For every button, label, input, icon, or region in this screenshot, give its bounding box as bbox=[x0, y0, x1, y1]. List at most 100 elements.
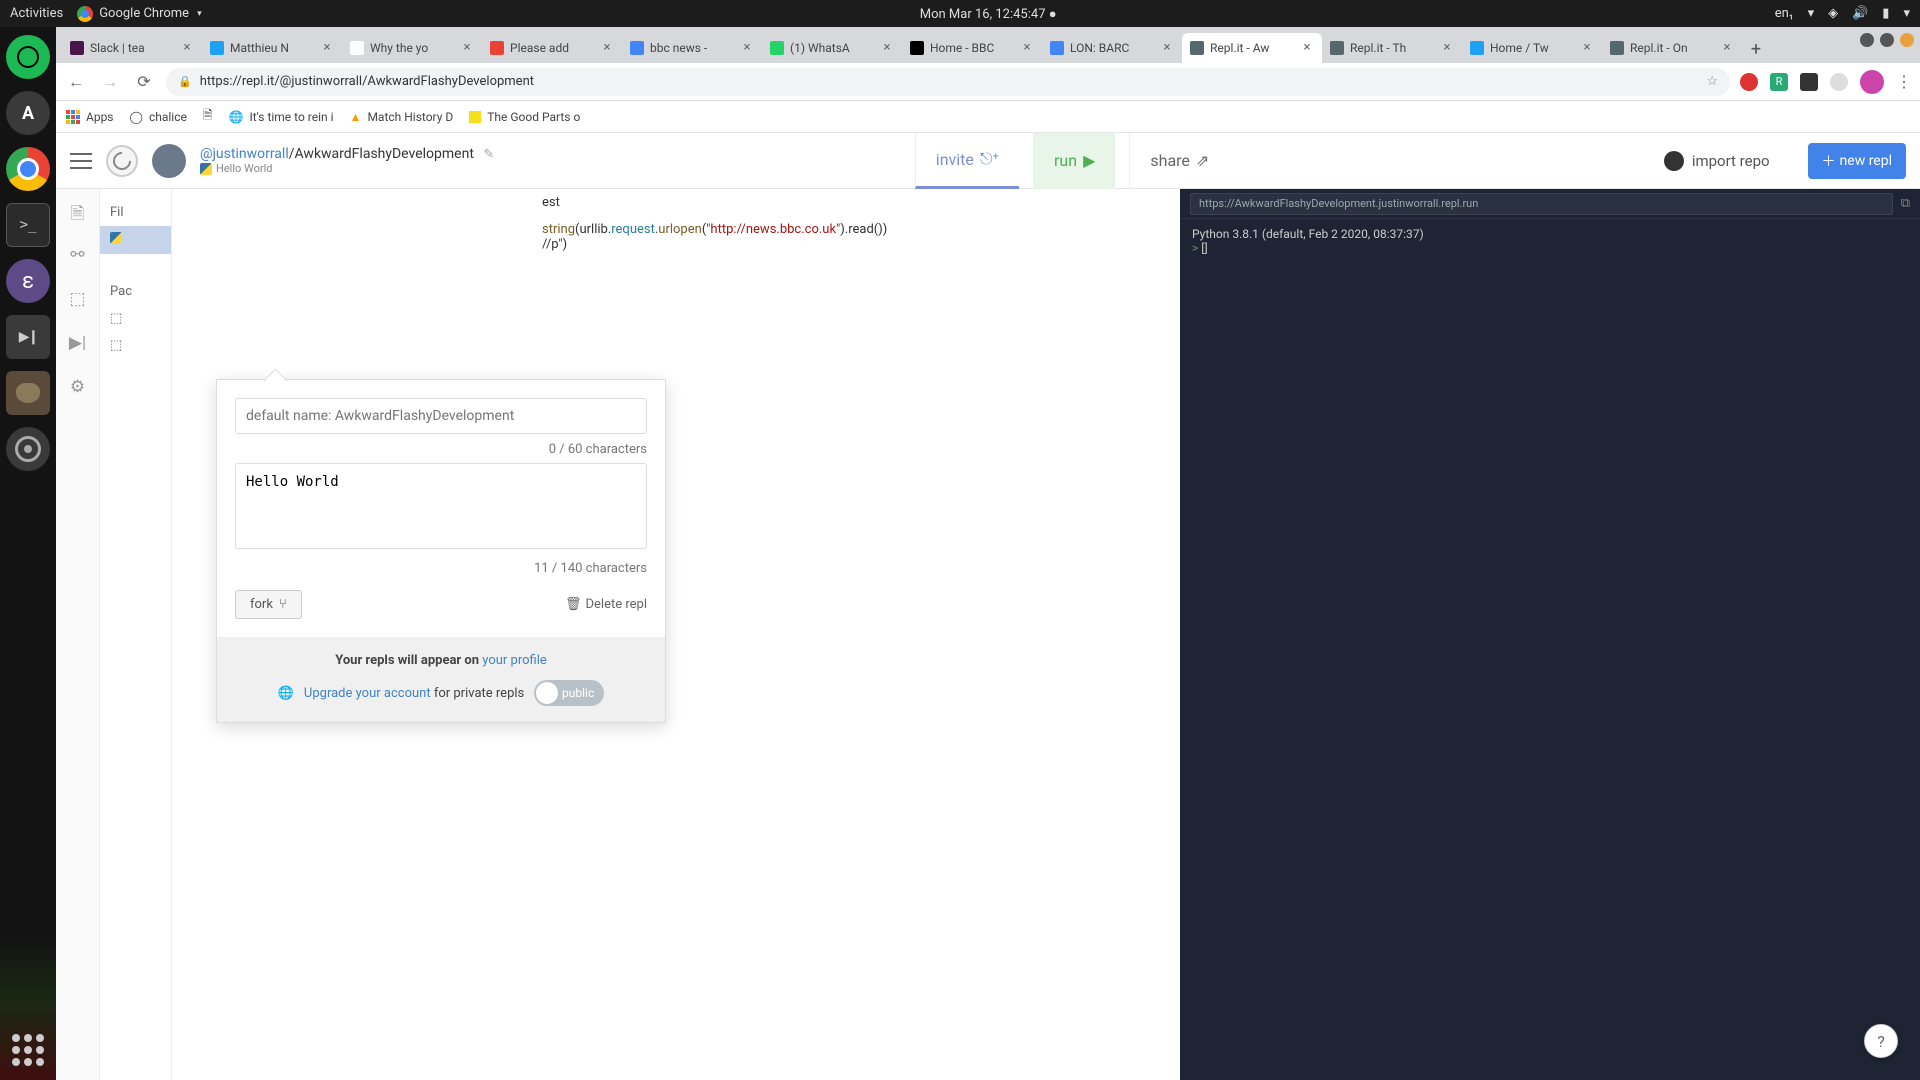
dock-software-updater[interactable] bbox=[6, 91, 50, 135]
breadcrumb-user[interactable]: @justinworrall bbox=[200, 146, 289, 162]
wifi-icon[interactable]: ◈ bbox=[1828, 6, 1838, 21]
bookmark-match[interactable]: ▲Match History D bbox=[350, 110, 454, 124]
terminal-url-input[interactable] bbox=[1190, 193, 1893, 215]
repl-description-input[interactable] bbox=[235, 463, 647, 549]
browser-tab[interactable]: Please add× bbox=[482, 33, 622, 63]
dock-chrome[interactable] bbox=[6, 147, 50, 191]
share-button[interactable]: share ⇗ bbox=[1129, 133, 1229, 189]
github-icon bbox=[1664, 151, 1684, 171]
apps-shortcut[interactable]: Apps bbox=[66, 110, 114, 124]
bookmarks-bar: Apps ◯chalice 🗎 🌐It's time to rein i ▲Ma… bbox=[56, 101, 1920, 133]
package-row-1[interactable]: ⬚ bbox=[100, 305, 171, 332]
close-tab-icon[interactable]: × bbox=[1160, 41, 1174, 55]
power-menu[interactable]: ▾ bbox=[1903, 6, 1910, 21]
package-row-2[interactable]: ⬚ bbox=[100, 332, 171, 359]
ext-icon-1[interactable] bbox=[1740, 73, 1758, 91]
star-icon[interactable]: ☆ bbox=[1706, 74, 1718, 89]
close-tab-icon[interactable]: × bbox=[1440, 41, 1454, 55]
python-icon bbox=[110, 232, 122, 244]
dock-emacs[interactable] bbox=[6, 259, 50, 303]
files-icon[interactable]: 🗎 bbox=[68, 201, 88, 221]
ext-icon-4[interactable] bbox=[1830, 73, 1848, 91]
run-button[interactable]: run ▶ bbox=[1033, 133, 1115, 189]
dock-gimp[interactable] bbox=[6, 371, 50, 415]
menu-button[interactable] bbox=[70, 153, 92, 169]
lang-indicator[interactable]: en₁ bbox=[1775, 6, 1794, 21]
network-icon[interactable]: ▾ bbox=[1808, 6, 1815, 21]
chrome-menu[interactable]: ⋮ bbox=[1896, 72, 1912, 91]
favicon bbox=[1050, 41, 1064, 55]
minimize-button[interactable] bbox=[1860, 33, 1874, 47]
browser-tab[interactable]: Repl.it - On× bbox=[1602, 33, 1742, 63]
close-button[interactable] bbox=[1900, 33, 1914, 47]
close-tab-icon[interactable]: × bbox=[880, 41, 894, 55]
browser-tab[interactable]: LON: BARC× bbox=[1042, 33, 1182, 63]
clock[interactable]: Mon Mar 16, 12:45:47 ● bbox=[920, 6, 1057, 22]
close-tab-icon[interactable]: × bbox=[1300, 41, 1314, 55]
packages-icon[interactable]: ⬚ bbox=[68, 289, 88, 309]
bookmark-rein[interactable]: 🌐It's time to rein i bbox=[229, 110, 334, 124]
your-profile-link[interactable]: your profile bbox=[482, 653, 547, 668]
browser-tab[interactable]: Slack | tea× bbox=[62, 33, 202, 63]
forward-button[interactable]: → bbox=[98, 70, 122, 94]
replit-logo[interactable] bbox=[106, 145, 138, 177]
browser-tab[interactable]: Why the yo× bbox=[342, 33, 482, 63]
back-button[interactable]: ← bbox=[64, 70, 88, 94]
new-repl-button[interactable]: ＋ new repl bbox=[1808, 143, 1906, 179]
dock-settings[interactable] bbox=[6, 427, 50, 471]
reload-button[interactable]: ⟳ bbox=[132, 70, 156, 94]
close-tab-icon[interactable]: × bbox=[320, 41, 334, 55]
favicon bbox=[210, 41, 224, 55]
delete-repl-link[interactable]: 🗑 Delete repl bbox=[565, 597, 647, 612]
volume-icon[interactable]: 🔊 bbox=[1852, 6, 1868, 21]
battery-icon[interactable]: ▮ bbox=[1882, 6, 1889, 21]
browser-tab[interactable]: (1) WhatsA× bbox=[762, 33, 902, 63]
browser-tab[interactable]: Repl.it - Aw× bbox=[1182, 33, 1322, 63]
show-applications[interactable] bbox=[12, 1034, 44, 1066]
close-tab-icon[interactable]: × bbox=[460, 41, 474, 55]
vcs-icon[interactable]: ⚯ bbox=[68, 245, 88, 265]
close-tab-icon[interactable]: × bbox=[1720, 41, 1734, 55]
activities-button[interactable]: Activities bbox=[10, 6, 63, 21]
dock-terminal[interactable] bbox=[6, 203, 50, 247]
repl-name-input[interactable] bbox=[235, 398, 647, 434]
edit-icon[interactable]: ✎ bbox=[483, 147, 494, 162]
ext-icon-3[interactable] bbox=[1800, 73, 1818, 91]
address-bar[interactable]: 🔒 https://repl.it/@justinworrall/Awkward… bbox=[166, 68, 1730, 96]
browser-tab[interactable]: Home / Tw× bbox=[1462, 33, 1602, 63]
import-repo-button[interactable]: import repo bbox=[1650, 151, 1784, 171]
help-button[interactable]: ? bbox=[1864, 1024, 1898, 1058]
bookmark-goodparts[interactable]: The Good Parts o bbox=[469, 110, 580, 124]
invite-button[interactable]: invite ⎋⁺ bbox=[915, 133, 1019, 189]
dock-media-player[interactable] bbox=[6, 315, 50, 359]
user-avatar[interactable] bbox=[152, 144, 186, 178]
browser-tab[interactable]: Repl.it - Th× bbox=[1322, 33, 1462, 63]
fork-button[interactable]: fork ⑂ bbox=[235, 590, 302, 619]
file-row-selected[interactable] bbox=[100, 226, 171, 254]
browser-tab[interactable]: Matthieu N× bbox=[202, 33, 342, 63]
open-external-icon[interactable]: ⧉ bbox=[1901, 196, 1910, 211]
window-controls bbox=[1860, 33, 1914, 47]
bookmark-blank[interactable]: 🗎 bbox=[203, 106, 213, 127]
new-tab-button[interactable]: + bbox=[1742, 35, 1770, 63]
close-tab-icon[interactable]: × bbox=[600, 41, 614, 55]
browser-tab[interactable]: bbc news -× bbox=[622, 33, 762, 63]
close-tab-icon[interactable]: × bbox=[180, 41, 194, 55]
close-tab-icon[interactable]: × bbox=[1020, 41, 1034, 55]
maximize-button[interactable] bbox=[1880, 33, 1894, 47]
replit-app: @justinworrall/AwkwardFlashyDevelopment … bbox=[56, 133, 1920, 1080]
ext-icon-2[interactable]: R bbox=[1770, 73, 1788, 91]
debugger-icon[interactable]: ▶| bbox=[68, 333, 88, 353]
close-tab-icon[interactable]: × bbox=[740, 41, 754, 55]
favicon bbox=[1470, 41, 1484, 55]
dock-spotify[interactable] bbox=[6, 35, 50, 79]
public-toggle[interactable]: public bbox=[534, 680, 604, 706]
browser-tab[interactable]: Home - BBC× bbox=[902, 33, 1042, 63]
active-app[interactable]: Google Chrome ▾ bbox=[77, 6, 201, 22]
terminal-output[interactable]: Python 3.8.1 (default, Feb 2 2020, 08:37… bbox=[1180, 219, 1920, 1080]
profile-avatar[interactable] bbox=[1860, 70, 1884, 94]
upgrade-account-link[interactable]: Upgrade your account bbox=[304, 686, 431, 701]
close-tab-icon[interactable]: × bbox=[1580, 41, 1594, 55]
settings-icon[interactable]: ⚙ bbox=[68, 377, 88, 397]
bookmark-chalice[interactable]: ◯chalice bbox=[130, 110, 187, 124]
